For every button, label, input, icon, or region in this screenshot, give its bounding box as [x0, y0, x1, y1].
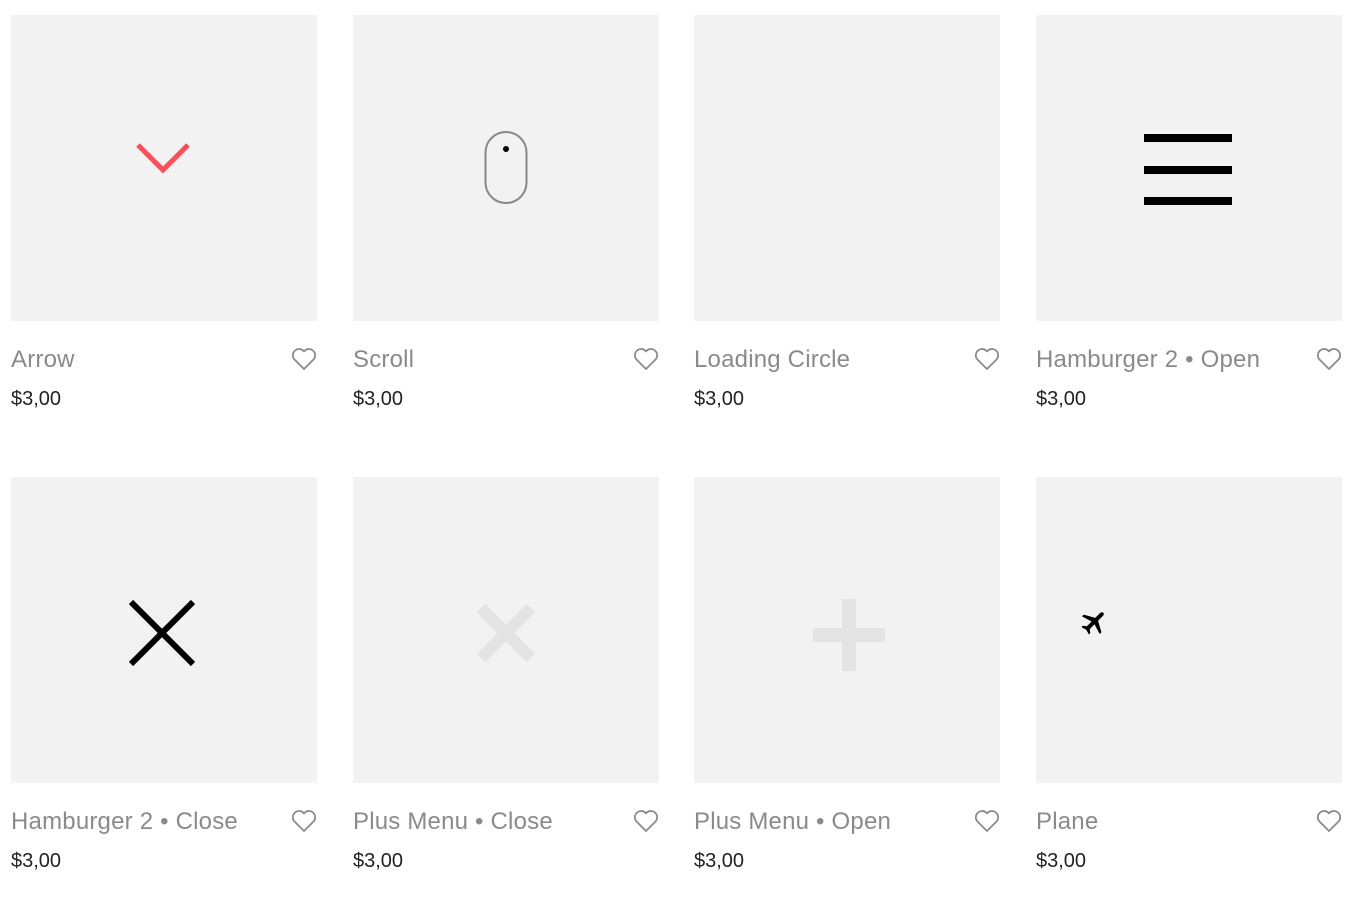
product-price: $3,00	[353, 850, 404, 872]
product-thumbnail[interactable]	[694, 477, 1000, 783]
chevron-down-icon	[136, 143, 190, 174]
product-title[interactable]: Plus Menu • Open	[694, 808, 891, 836]
product-title[interactable]: Hamburger 2 • Close	[11, 808, 238, 836]
close-icon	[476, 603, 536, 663]
product-price: $3,00	[11, 388, 62, 410]
product-card-hamburger-close[interactable]: Hamburger 2 • Close $3,00	[11, 477, 317, 873]
product-card-plus-menu-close[interactable]: Plus Menu • Close $3,00	[353, 477, 659, 873]
heart-icon[interactable]	[633, 809, 659, 833]
plus-icon	[813, 599, 885, 671]
product-meta: Plus Menu • Open $3,00	[694, 783, 1000, 873]
product-card-plus-menu-open[interactable]: Plus Menu • Open $3,00	[694, 477, 1000, 873]
product-title[interactable]: Hamburger 2 • Open	[1036, 346, 1260, 374]
product-price: $3,00	[353, 388, 404, 410]
product-meta: Loading Circle $3,00	[694, 321, 1000, 411]
heart-icon[interactable]	[974, 347, 1000, 371]
product-title[interactable]: Arrow	[11, 346, 75, 374]
product-card-scroll[interactable]: Scroll $3,00	[353, 15, 659, 411]
product-thumbnail[interactable]	[11, 15, 317, 321]
product-price: $3,00	[11, 850, 62, 872]
product-meta: Scroll $3,00	[353, 321, 659, 411]
product-thumbnail[interactable]	[1036, 15, 1342, 321]
hamburger-icon	[1144, 134, 1232, 205]
product-meta: Hamburger 2 • Open $3,00	[1036, 321, 1342, 411]
product-title[interactable]: Loading Circle	[694, 346, 850, 374]
plane-icon	[1081, 612, 1104, 635]
heart-icon[interactable]	[291, 347, 317, 371]
product-title[interactable]: Plane	[1036, 808, 1098, 836]
product-title[interactable]: Plus Menu • Close	[353, 808, 553, 836]
product-thumbnail[interactable]	[353, 477, 659, 783]
heart-icon[interactable]	[291, 809, 317, 833]
product-price: $3,00	[1036, 850, 1087, 872]
heart-icon[interactable]	[974, 809, 1000, 833]
product-meta: Plus Menu • Close $3,00	[353, 783, 659, 873]
product-card-hamburger-open[interactable]: Hamburger 2 • Open $3,00	[1036, 15, 1342, 411]
product-card-arrow[interactable]: Arrow $3,00	[11, 15, 317, 411]
heart-icon[interactable]	[1316, 809, 1342, 833]
product-title[interactable]: Scroll	[353, 346, 414, 374]
product-grid: Arrow $3,00 Scroll $3,00 Loading Circle	[0, 0, 1363, 908]
product-meta: Hamburger 2 • Close $3,00	[11, 783, 317, 873]
mouse-scroll-icon	[484, 131, 528, 204]
product-thumbnail[interactable]	[11, 477, 317, 783]
product-meta: Plane $3,00	[1036, 783, 1342, 873]
product-card-plane[interactable]: Plane $3,00	[1036, 477, 1342, 873]
heart-icon[interactable]	[1316, 347, 1342, 371]
product-thumbnail[interactable]	[694, 15, 1000, 321]
product-card-loading-circle[interactable]: Loading Circle $3,00	[694, 15, 1000, 411]
product-price: $3,00	[694, 388, 745, 410]
close-icon	[128, 599, 196, 667]
product-meta: Arrow $3,00	[11, 321, 317, 411]
heart-icon[interactable]	[633, 347, 659, 371]
product-thumbnail[interactable]	[1036, 477, 1342, 783]
product-price: $3,00	[694, 850, 745, 872]
product-thumbnail[interactable]	[353, 15, 659, 321]
product-price: $3,00	[1036, 388, 1087, 410]
